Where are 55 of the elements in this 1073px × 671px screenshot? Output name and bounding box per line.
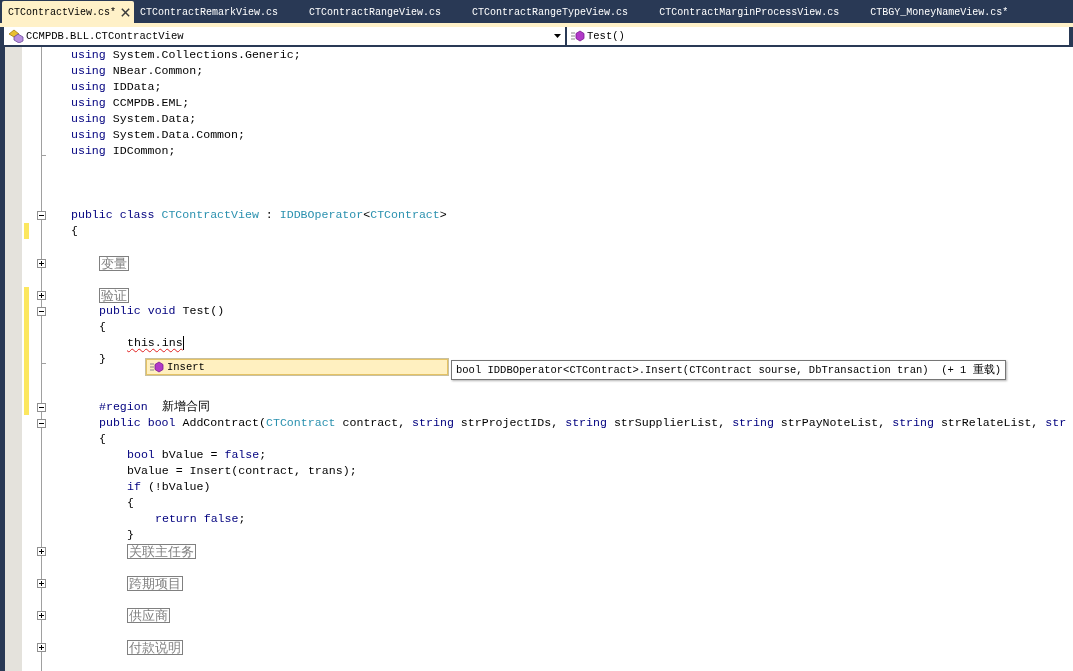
code-line: if (!bValue)	[127, 479, 211, 495]
close-icon[interactable]	[120, 6, 132, 18]
code-line: {	[99, 319, 106, 335]
code-line: bool bValue = false;	[127, 447, 267, 463]
class-icon	[8, 29, 24, 43]
signature-tooltip: bool IDDBOperator<CTContract>.Insert(CTContract sourse, DbTransaction tran) (+ 1 重载)	[451, 360, 1006, 380]
expand-icon[interactable]	[36, 578, 46, 588]
collapsed-region[interactable]: 关联主任务	[127, 543, 196, 559]
expand-icon[interactable]	[36, 546, 46, 556]
collapsed-region[interactable]: 变量	[99, 255, 129, 271]
code-line: public class CTContractView : IDDBOperator<CTContract>	[71, 207, 447, 223]
code-line: using System.Data;	[71, 111, 197, 127]
collapsed-region[interactable]: 付款说明	[127, 639, 183, 655]
code-line: }	[127, 527, 134, 543]
collapse-icon[interactable]	[36, 306, 46, 316]
expand-icon[interactable]	[36, 290, 46, 300]
code-line: bValue = Insert(contract, trans);	[127, 463, 357, 479]
code-line: using IDCommon;	[71, 143, 176, 159]
file-tab[interactable]: CTContractMarginProcessView.cs	[653, 1, 865, 23]
collapse-icon[interactable]	[36, 210, 46, 220]
collapse-icon[interactable]	[36, 418, 46, 428]
collapse-icon[interactable]	[36, 402, 46, 412]
file-tab[interactable]: CTBGY_MoneyNameView.cs*	[864, 1, 1034, 23]
code-line: using System.Collections.Generic;	[71, 47, 301, 63]
type-dropdown[interactable]: CCMPDB.BLL.CTContractView	[4, 27, 565, 45]
expand-icon[interactable]	[36, 610, 46, 620]
code-line: using CCMPDB.EML;	[71, 95, 190, 111]
file-tab[interactable]: CTContractRemarkView.cs	[134, 1, 304, 23]
code-line: {	[71, 223, 78, 239]
collapsed-region[interactable]: 跨期项目	[127, 575, 183, 591]
fold-end-mark	[41, 363, 46, 364]
collapsed-region[interactable]: 验证	[99, 287, 129, 303]
file-tab[interactable]: CTContractView.cs*	[2, 1, 135, 23]
collapsed-region[interactable]: 供应商	[127, 607, 170, 623]
completion-item[interactable]: Insert	[146, 359, 448, 375]
code-line: {	[99, 431, 106, 447]
code-line: return false;	[155, 511, 246, 527]
method-cube-icon	[571, 30, 585, 42]
file-tab[interactable]: CTContractRangeTypeView.cs	[466, 1, 654, 23]
expand-icon[interactable]	[36, 258, 46, 268]
method-cube-icon	[150, 361, 164, 373]
code-line: using IDData;	[71, 79, 162, 95]
file-tab[interactable]: CTContractRangeView.cs	[303, 1, 467, 23]
code-line: public void Test()	[99, 303, 225, 319]
code-line: public bool AddContract(CTContract contract, string strProjectIDs, string strSupplierList, string strPayNoteList, string strRelateList, str	[99, 415, 1067, 431]
code-line: using NBear.Common;	[71, 63, 204, 79]
code-line: this.ins	[127, 335, 184, 351]
caret-icon	[554, 34, 561, 38]
code-line: using System.Data.Common;	[71, 127, 245, 143]
fold-end-mark	[41, 155, 46, 156]
expand-icon[interactable]	[36, 642, 46, 652]
code-line: }	[99, 351, 106, 367]
code-line: {	[127, 495, 134, 511]
member-dropdown[interactable]: Test()	[567, 27, 1069, 45]
code-line: #region 新增合同	[99, 399, 210, 415]
